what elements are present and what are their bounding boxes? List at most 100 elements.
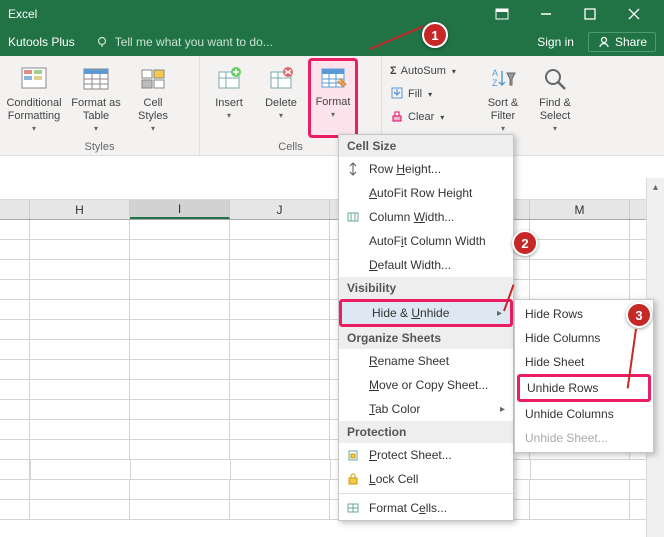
- submenu-arrow-icon: ▸: [500, 404, 505, 415]
- protect-sheet-icon: [345, 447, 361, 463]
- share-button[interactable]: Share: [588, 32, 656, 52]
- col-header-i[interactable]: I: [130, 200, 230, 219]
- menu-protect-sheet[interactable]: Protect Sheet...: [339, 443, 513, 467]
- scroll-up-icon[interactable]: ▴: [647, 178, 664, 196]
- submenu-unhide-rows[interactable]: Unhide Rows: [517, 374, 651, 402]
- conditional-formatting-label: Conditional Formatting: [6, 97, 61, 123]
- submenu-hide-cols-label: Hide Columns: [525, 331, 600, 345]
- format-dropdown-menu: Cell Size Row Height... AutoFit Row Heig…: [338, 134, 514, 521]
- sort-filter-label: Sort & Filter: [488, 97, 519, 123]
- format-as-table-icon: [80, 63, 112, 95]
- minimize-button[interactable]: [524, 0, 568, 28]
- menu-tab-color-label: Tab Color: [369, 402, 420, 416]
- submenu-unhide-sheet-label: Unhide Sheet...: [525, 431, 608, 445]
- menu-protect-sheet-label: Protect Sheet...: [369, 448, 452, 462]
- callout-1: 1: [422, 22, 448, 48]
- format-icon: [317, 62, 349, 94]
- cell-styles-label: Cell Styles: [138, 97, 168, 123]
- menu-hide-unhide-label: Hide & Unhide: [372, 306, 449, 320]
- format-label: Format: [316, 96, 351, 109]
- conditional-formatting-button[interactable]: Conditional Formatting▾: [4, 58, 64, 138]
- sort-filter-icon: AZ: [487, 63, 519, 95]
- autosum-label: AutoSum: [401, 65, 446, 77]
- menu-autofit-row[interactable]: AutoFit Row Height: [339, 181, 513, 205]
- titlebar: Excel: [0, 0, 664, 28]
- menu-autofit-col[interactable]: AutoFit Column Width: [339, 229, 513, 253]
- tell-me-search[interactable]: Tell me what you want to do...: [95, 35, 273, 49]
- app-title: Excel: [8, 7, 37, 21]
- insert-label: Insert: [215, 97, 243, 110]
- fill-icon: [390, 86, 404, 103]
- clear-icon: [390, 109, 404, 126]
- col-header-gutter: [0, 200, 30, 219]
- share-label: Share: [615, 35, 647, 49]
- menu-col-width[interactable]: Column Width...: [339, 205, 513, 229]
- sigma-icon: Σ: [390, 65, 397, 77]
- menu-col-width-label: Column Width...: [369, 210, 454, 224]
- menu-section-protection: Protection: [339, 421, 513, 443]
- format-as-table-label: Format as Table: [71, 97, 121, 123]
- menu-move-copy-sheet[interactable]: Move or Copy Sheet...: [339, 373, 513, 397]
- find-select-button[interactable]: Find & Select▾: [530, 58, 580, 138]
- insert-icon: [213, 63, 245, 95]
- col-width-icon: [345, 209, 361, 225]
- ribbon-tab-kutools-plus[interactable]: Kutools Plus: [8, 35, 75, 49]
- window-controls: [480, 0, 656, 28]
- row-height-icon: [345, 161, 361, 177]
- tell-me-label: Tell me what you want to do...: [115, 35, 273, 49]
- submenu-unhide-sheet: Unhide Sheet...: [515, 426, 653, 450]
- lock-icon: [345, 471, 361, 487]
- col-header-m[interactable]: M: [530, 200, 630, 219]
- callout-3: 3: [626, 302, 652, 328]
- find-select-label: Find & Select: [539, 97, 571, 123]
- fill-button[interactable]: Fill▾: [386, 83, 476, 105]
- delete-icon: [265, 63, 297, 95]
- tabbar: Kutools Plus Tell me what you want to do…: [0, 28, 664, 56]
- delete-button[interactable]: Delete▾: [256, 58, 306, 138]
- format-as-table-button[interactable]: Format as Table▾: [66, 58, 126, 138]
- submenu-unhide-cols[interactable]: Unhide Columns: [515, 402, 653, 426]
- ribbon: Conditional Formatting▾ Format as Table▾…: [0, 56, 664, 156]
- menu-autofit-col-label: AutoFit Column Width: [369, 234, 486, 248]
- menu-section-cell-size: Cell Size: [339, 135, 513, 157]
- autosum-button[interactable]: ΣAutoSum▾: [386, 60, 476, 82]
- signin-link[interactable]: Sign in: [537, 35, 574, 49]
- cell-styles-button[interactable]: Cell Styles▾: [128, 58, 178, 138]
- menu-tab-color[interactable]: Tab Color ▸: [339, 397, 513, 421]
- submenu-arrow-icon: ▸: [497, 308, 502, 319]
- menu-lock-cell[interactable]: Lock Cell: [339, 467, 513, 491]
- menu-hide-unhide[interactable]: Hide & Unhide ▸: [339, 299, 513, 327]
- svg-text:A: A: [492, 68, 498, 78]
- sort-filter-button[interactable]: AZ Sort & Filter▾: [478, 58, 528, 138]
- menu-section-visibility: Visibility: [339, 277, 513, 299]
- close-button[interactable]: [612, 0, 656, 28]
- menu-format-cells-label: Format Cells...: [369, 501, 447, 515]
- callout-2: 2: [512, 230, 538, 256]
- column-headers: H I J K L M: [0, 200, 664, 220]
- insert-button[interactable]: Insert▾: [204, 58, 254, 138]
- ribbon-group-styles: Conditional Formatting▾ Format as Table▾…: [0, 56, 200, 155]
- format-button[interactable]: Format▾: [308, 58, 358, 138]
- menu-lock-cell-label: Lock Cell: [369, 472, 418, 486]
- maximize-button[interactable]: [568, 0, 612, 28]
- menu-section-organize: Organize Sheets: [339, 327, 513, 349]
- menu-move-copy-sheet-label: Move or Copy Sheet...: [369, 378, 488, 392]
- cell-styles-icon: [137, 63, 169, 95]
- col-header-j[interactable]: J: [230, 200, 330, 219]
- menu-autofit-row-label: AutoFit Row Height: [369, 186, 472, 200]
- menu-format-cells[interactable]: Format Cells...: [339, 496, 513, 520]
- menu-default-width[interactable]: Default Width...: [339, 253, 513, 277]
- lightbulb-icon: [95, 35, 109, 49]
- menu-default-width-label: Default Width...: [369, 258, 451, 272]
- find-select-icon: [539, 63, 571, 95]
- col-header-h[interactable]: H: [30, 200, 130, 219]
- share-icon: [597, 35, 611, 49]
- menu-row-height[interactable]: Row Height...: [339, 157, 513, 181]
- styles-group-label: Styles: [4, 140, 195, 155]
- clear-button[interactable]: Clear▾: [386, 106, 476, 128]
- menu-row-height-label: Row Height...: [369, 162, 441, 176]
- ribbon-display-options[interactable]: [480, 0, 524, 28]
- menu-rename-sheet[interactable]: Rename Sheet: [339, 349, 513, 373]
- submenu-unhide-cols-label: Unhide Columns: [525, 407, 614, 421]
- delete-label: Delete: [265, 97, 297, 110]
